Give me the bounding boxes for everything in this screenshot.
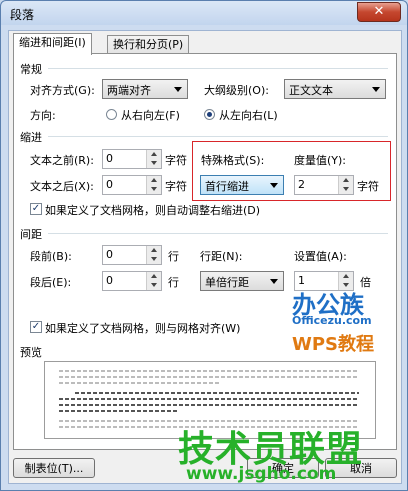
auto-right-indent-checkbox[interactable]: ✓ xyxy=(30,203,42,215)
outline-label: 大纲级别(O): xyxy=(204,84,269,97)
line-spacing-label: 行距(N): xyxy=(200,250,243,263)
space-before-value: 0 xyxy=(106,248,113,261)
brand-logo-wps: WPS教程 xyxy=(292,334,375,355)
space-before-spinner[interactable]: 0 xyxy=(102,245,162,265)
preview-line xyxy=(75,392,359,394)
section-indent: 缩进 xyxy=(20,131,42,144)
space-before-label: 段前(B): xyxy=(30,250,72,263)
spin-down-icon[interactable] xyxy=(147,159,161,168)
tab-indent-spacing[interactable]: 缩进和间距(I) xyxy=(13,33,92,55)
dialog-body: 缩进和间距(I) 换行和分页(P) 常规 对齐方式(G): 两端对齐 大纲级别(… xyxy=(8,30,402,484)
spin-down-icon[interactable] xyxy=(147,281,161,290)
preview-line xyxy=(59,376,359,378)
special-format-label: 特殊格式(S): xyxy=(201,154,265,167)
measure-label: 度量值(Y): xyxy=(294,154,347,167)
close-icon: ✕ xyxy=(373,4,385,19)
chevron-down-icon xyxy=(174,87,182,92)
section-spacing: 间距 xyxy=(20,228,42,241)
alignment-select[interactable]: 两端对齐 xyxy=(102,79,188,99)
preview-line xyxy=(59,398,359,400)
direction-rtl-radio[interactable] xyxy=(106,109,117,120)
divider xyxy=(48,136,388,137)
tab-stops-button[interactable]: 制表位(T)... xyxy=(13,458,95,478)
chevron-down-icon xyxy=(270,279,278,284)
measure-spinner[interactable]: 2 xyxy=(294,175,354,195)
measure-unit: 字符 xyxy=(357,180,379,193)
spin-down-icon[interactable] xyxy=(147,255,161,264)
indent-after-unit: 字符 xyxy=(165,180,187,193)
auto-right-indent-label[interactable]: 如果定义了文档网格，则自动调整右缩进(D) xyxy=(45,202,260,218)
brand-logo-url: Officezu.com xyxy=(292,314,372,327)
preview-line xyxy=(59,370,359,372)
measure-value: 2 xyxy=(298,178,305,191)
tab-line-page-breaks[interactable]: 换行和分页(P) xyxy=(107,35,190,54)
space-before-unit: 行 xyxy=(168,250,179,263)
paragraph-dialog: 段落 ✕ 缩进和间距(I) 换行和分页(P) 常规 对齐方式(G): 两端对齐 … xyxy=(0,0,408,491)
section-general: 常规 xyxy=(20,63,42,76)
site-watermark-url: www.jsgho.com xyxy=(186,464,337,484)
title-bar[interactable]: 段落 ✕ xyxy=(1,1,407,27)
tab-panel: 常规 对齐方式(G): 两端对齐 大纲级别(O): 正文文本 方向: 从右向左(… xyxy=(13,53,397,450)
direction-rtl-label[interactable]: 从右向左(F) xyxy=(121,107,180,123)
snap-to-grid-checkbox[interactable]: ✓ xyxy=(30,321,42,333)
special-format-value: 首行缩进 xyxy=(205,180,249,193)
outline-select[interactable]: 正文文本 xyxy=(284,79,386,99)
divider xyxy=(48,68,388,69)
line-spacing-select[interactable]: 单倍行距 xyxy=(200,271,284,291)
alignment-label: 对齐方式(G): xyxy=(30,84,95,97)
section-preview: 预览 xyxy=(20,346,42,359)
dialog-title: 段落 xyxy=(10,8,35,22)
spin-down-icon[interactable] xyxy=(147,185,161,194)
preview-line xyxy=(59,382,219,384)
chevron-down-icon xyxy=(372,87,380,92)
space-after-spinner[interactable]: 0 xyxy=(102,271,162,291)
space-after-label: 段后(E): xyxy=(30,276,72,289)
indent-after-spinner[interactable]: 0 xyxy=(102,175,162,195)
indent-before-label: 文本之前(R): xyxy=(30,154,94,167)
outline-value: 正文文本 xyxy=(289,84,333,97)
snap-to-grid-label[interactable]: 如果定义了文档网格，则与网格对齐(W) xyxy=(45,320,240,336)
indent-after-label: 文本之后(X): xyxy=(30,180,94,193)
line-spacing-value: 单倍行距 xyxy=(205,276,249,289)
special-format-select[interactable]: 首行缩进 xyxy=(200,175,284,195)
indent-before-value: 0 xyxy=(106,152,113,165)
setting-label: 设置值(A): xyxy=(294,250,347,263)
spin-down-icon[interactable] xyxy=(339,185,353,194)
preview-line xyxy=(59,410,179,412)
preview-line xyxy=(59,404,359,406)
close-button[interactable]: ✕ xyxy=(357,2,401,22)
indent-before-unit: 字符 xyxy=(165,154,187,167)
direction-label: 方向: xyxy=(30,109,56,122)
indent-after-value: 0 xyxy=(106,178,113,191)
alignment-value: 两端对齐 xyxy=(107,84,151,97)
space-after-value: 0 xyxy=(106,274,113,287)
indent-before-spinner[interactable]: 0 xyxy=(102,149,162,169)
chevron-down-icon xyxy=(270,183,278,188)
space-after-unit: 行 xyxy=(168,276,179,289)
direction-ltr-label[interactable]: 从左向右(L) xyxy=(219,107,278,123)
divider xyxy=(48,233,388,234)
direction-ltr-radio[interactable] xyxy=(204,109,215,120)
